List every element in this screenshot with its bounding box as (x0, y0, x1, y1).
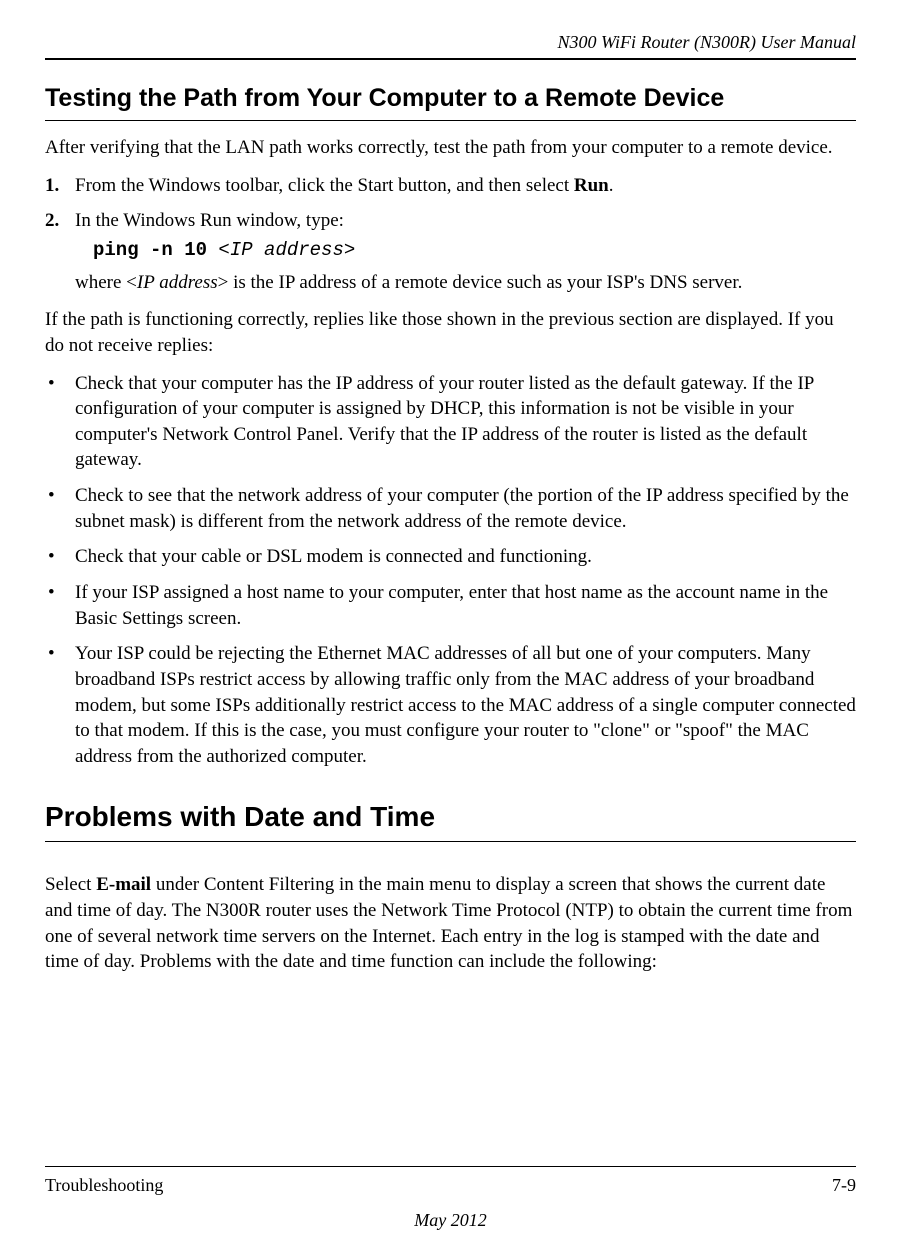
result-paragraph: If the path is functioning correctly, re… (45, 307, 856, 358)
section-heading-date-time: Problems with Date and Time (45, 798, 856, 843)
page-header: N300 WiFi Router (N300R) User Manual (45, 30, 856, 60)
ip-address-placeholder: IP address (137, 272, 218, 293)
list-item: Check that your cable or DSL modem is co… (45, 544, 856, 570)
code-command: ping -n 10 (93, 239, 207, 261)
step-number: 2. (45, 208, 59, 234)
step-text: In the Windows Run window, type: (75, 210, 344, 231)
list-item: Check that your computer has the IP addr… (45, 371, 856, 474)
instruction-list: 1. From the Windows toolbar, click the S… (45, 173, 856, 296)
code-placeholder: <IP address> (207, 239, 355, 261)
intro-paragraph: After verifying that the LAN path works … (45, 135, 856, 161)
footer-line: Troubleshooting 7-9 (45, 1166, 856, 1197)
run-label: Run (574, 175, 609, 196)
text-part: under Content Filtering in the main menu… (45, 874, 852, 972)
step-sub-text: where <IP address> is the IP address of … (75, 270, 856, 296)
text-part: > is the IP address of a remote device s… (218, 272, 743, 293)
footer-chapter: Troubleshooting (45, 1173, 163, 1197)
manual-title: N300 WiFi Router (N300R) User Manual (558, 32, 856, 52)
text-part: where < (75, 272, 137, 293)
list-item: If your ISP assigned a host name to your… (45, 580, 856, 631)
date-time-paragraph: Select E-mail under Content Filtering in… (45, 872, 856, 975)
step-number: 1. (45, 173, 59, 199)
text-part: From the Windows toolbar, click the Star… (75, 175, 574, 196)
troubleshoot-list: Check that your computer has the IP addr… (45, 371, 856, 770)
list-item: Your ISP could be rejecting the Ethernet… (45, 641, 856, 769)
list-item: 1. From the Windows toolbar, click the S… (45, 173, 856, 199)
page-footer: Troubleshooting 7-9 May 2012 (45, 1166, 856, 1232)
code-block: ping -n 10 <IP address> (75, 238, 856, 264)
text-part: Select (45, 874, 96, 895)
text-part: . (609, 175, 614, 196)
footer-date: May 2012 (45, 1208, 856, 1232)
section-heading-testing: Testing the Path from Your Computer to a… (45, 82, 856, 121)
footer-page-number: 7-9 (832, 1173, 856, 1197)
list-item: Check to see that the network address of… (45, 483, 856, 534)
list-item: 2. In the Windows Run window, type: ping… (45, 208, 856, 295)
step-text: From the Windows toolbar, click the Star… (75, 175, 614, 196)
email-label: E-mail (96, 874, 151, 895)
